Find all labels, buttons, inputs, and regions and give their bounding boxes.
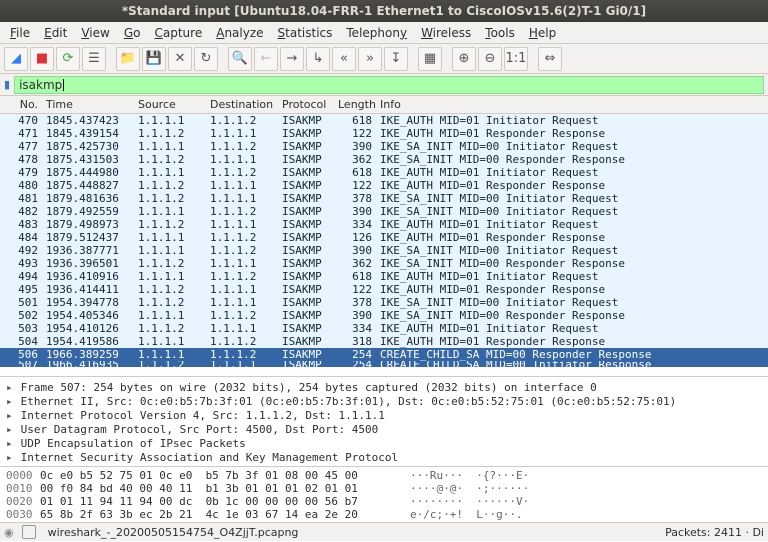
prev-packet-icon[interactable]: ←: [254, 47, 278, 71]
packet-details-pane[interactable]: ▸ Frame 507: 254 bytes on wire (2032 bit…: [0, 376, 768, 466]
detail-line[interactable]: ▸ Internet Security Association and Key …: [6, 451, 762, 465]
packet-row[interactable]: 5041954.4195861.1.1.11.1.1.2ISAKMP318IKE…: [0, 335, 768, 348]
menu-help[interactable]: Help: [523, 24, 562, 42]
col-header-source[interactable]: Source: [134, 98, 206, 111]
status-file: wireshark_-_20200505154754_O4ZjjT.pcapng: [48, 526, 299, 539]
capture-options-icon[interactable]: ☰: [82, 47, 106, 71]
menu-analyze[interactable]: Analyze: [210, 24, 269, 42]
packet-row[interactable]: 4831879.4989731.1.1.21.1.1.1ISAKMP334IKE…: [0, 218, 768, 231]
packet-row[interactable]: 4811879.4816361.1.1.21.1.1.1ISAKMP378IKE…: [0, 192, 768, 205]
menu-capture[interactable]: Capture: [148, 24, 208, 42]
packet-row[interactable]: 4801875.4488271.1.1.21.1.1.1ISAKMP122IKE…: [0, 179, 768, 192]
packet-list-pane[interactable]: No. Time Source Destination Protocol Len…: [0, 96, 768, 376]
jump-packet-icon[interactable]: ↳: [306, 47, 330, 71]
status-bar: ◉ wireshark_-_20200505154754_O4ZjjT.pcap…: [0, 522, 768, 541]
menu-file[interactable]: File: [4, 24, 36, 42]
menu-go[interactable]: Go: [118, 24, 147, 42]
col-header-length[interactable]: Length: [334, 98, 376, 111]
open-file-icon[interactable]: 📁: [116, 47, 140, 71]
packet-row[interactable]: 4941936.4109161.1.1.11.1.1.2ISAKMP618IKE…: [0, 270, 768, 283]
hex-line[interactable]: 00000c e0 b5 52 75 01 0c e0 b5 7b 3f 01 …: [6, 469, 762, 482]
packet-row[interactable]: 4921936.3877711.1.1.11.1.1.2ISAKMP390IKE…: [0, 244, 768, 257]
col-header-time[interactable]: Time: [42, 98, 134, 111]
detail-line[interactable]: ▸ Ethernet II, Src: 0c:e0:b5:7b:3f:01 (0…: [6, 395, 762, 409]
menu-tools[interactable]: Tools: [479, 24, 521, 42]
detail-line[interactable]: ▸ User Datagram Protocol, Src Port: 4500…: [6, 423, 762, 437]
bookmark-filter-icon[interactable]: ▮: [4, 78, 10, 91]
menu-edit[interactable]: Edit: [38, 24, 73, 42]
save-file-icon[interactable]: 💾: [142, 47, 166, 71]
packet-row[interactable]: 4821879.4925591.1.1.11.1.1.2ISAKMP390IKE…: [0, 205, 768, 218]
display-filter-bar: ▮ isakmp: [0, 74, 768, 96]
col-header-info[interactable]: Info: [376, 98, 768, 111]
detail-line[interactable]: ▸ Frame 507: 254 bytes on wire (2032 bit…: [6, 381, 762, 395]
packet-row[interactable]: 4711845.4391541.1.1.21.1.1.1ISAKMP122IKE…: [0, 127, 768, 140]
detail-line[interactable]: ▸ UDP Encapsulation of IPsec Packets: [6, 437, 762, 451]
packet-row[interactable]: 4781875.4315031.1.1.21.1.1.1ISAKMP362IKE…: [0, 153, 768, 166]
col-header-protocol[interactable]: Protocol: [278, 98, 334, 111]
zoom-out-icon[interactable]: ⊖: [478, 47, 502, 71]
hex-line[interactable]: 002001 01 11 94 11 94 00 dc 0b 1c 00 00 …: [6, 495, 762, 508]
menu-wireless[interactable]: Wireless: [415, 24, 477, 42]
menubar: File Edit View Go Capture Analyze Statis…: [0, 22, 768, 44]
packet-row[interactable]: 5031954.4101261.1.1.21.1.1.1ISAKMP334IKE…: [0, 322, 768, 335]
col-header-destination[interactable]: Destination: [206, 98, 278, 111]
menu-view[interactable]: View: [75, 24, 115, 42]
close-file-icon[interactable]: ✕: [168, 47, 192, 71]
find-packet-icon[interactable]: 🔍: [228, 47, 252, 71]
packet-row[interactable]: 5071966.4169351.1.1.21.1.1.1ISAKMP254CRE…: [0, 361, 768, 367]
packet-row[interactable]: 4931936.3965011.1.1.21.1.1.1ISAKMP362IKE…: [0, 257, 768, 270]
colorize-icon[interactable]: ▦: [418, 47, 442, 71]
profile-icon[interactable]: [22, 525, 36, 539]
hex-line[interactable]: 001000 f0 84 bd 40 00 40 11 b1 3b 01 01 …: [6, 482, 762, 495]
col-header-no[interactable]: No.: [0, 98, 42, 111]
packet-row[interactable]: 4951936.4144111.1.1.21.1.1.1ISAKMP122IKE…: [0, 283, 768, 296]
packet-row[interactable]: 4771875.4257301.1.1.11.1.1.2ISAKMP390IKE…: [0, 140, 768, 153]
zoom-reset-icon[interactable]: 1:1: [504, 47, 528, 71]
detail-line[interactable]: ▸ Internet Protocol Version 4, Src: 1.1.…: [6, 409, 762, 423]
packet-row[interactable]: 5011954.3947781.1.1.21.1.1.1ISAKMP378IKE…: [0, 296, 768, 309]
window-title: *Standard input [Ubuntu18.04-FRR-1 Ether…: [0, 0, 768, 22]
start-capture-icon[interactable]: ◢: [4, 47, 28, 71]
packet-row[interactable]: 4791875.4449801.1.1.11.1.1.2ISAKMP618IKE…: [0, 166, 768, 179]
packet-row[interactable]: 4841879.5124371.1.1.11.1.1.2ISAKMP126IKE…: [0, 231, 768, 244]
reload-icon[interactable]: ↻: [194, 47, 218, 71]
menu-telephony[interactable]: Telephony: [340, 24, 413, 42]
hex-line[interactable]: 003065 8b 2f 63 3b ec 2b 21 4c 1e 03 67 …: [6, 508, 762, 521]
packet-list-header[interactable]: No. Time Source Destination Protocol Len…: [0, 96, 768, 114]
auto-scroll-icon[interactable]: ↧: [384, 47, 408, 71]
packet-row[interactable]: 4701845.4374231.1.1.11.1.1.2ISAKMP618IKE…: [0, 114, 768, 127]
display-filter-input[interactable]: isakmp: [14, 76, 764, 94]
first-packet-icon[interactable]: «: [332, 47, 356, 71]
toolbar: ◢ ■ ⟳ ☰ 📁 💾 ✕ ↻ 🔍 ← → ↳ « » ↧ ▦ ⊕ ⊖ 1:1 …: [0, 44, 768, 74]
expert-info-icon[interactable]: ◉: [4, 526, 14, 539]
status-packets: Packets: 2411 · Di: [665, 526, 764, 539]
resize-columns-icon[interactable]: ⇔: [538, 47, 562, 71]
zoom-in-icon[interactable]: ⊕: [452, 47, 476, 71]
menu-statistics[interactable]: Statistics: [272, 24, 339, 42]
stop-capture-icon[interactable]: ■: [30, 47, 54, 71]
next-packet-icon[interactable]: →: [280, 47, 304, 71]
restart-capture-icon[interactable]: ⟳: [56, 47, 80, 71]
last-packet-icon[interactable]: »: [358, 47, 382, 71]
packet-row[interactable]: 5061966.3892591.1.1.11.1.1.2ISAKMP254CRE…: [0, 348, 768, 361]
packet-row[interactable]: 5021954.4053461.1.1.11.1.1.2ISAKMP390IKE…: [0, 309, 768, 322]
